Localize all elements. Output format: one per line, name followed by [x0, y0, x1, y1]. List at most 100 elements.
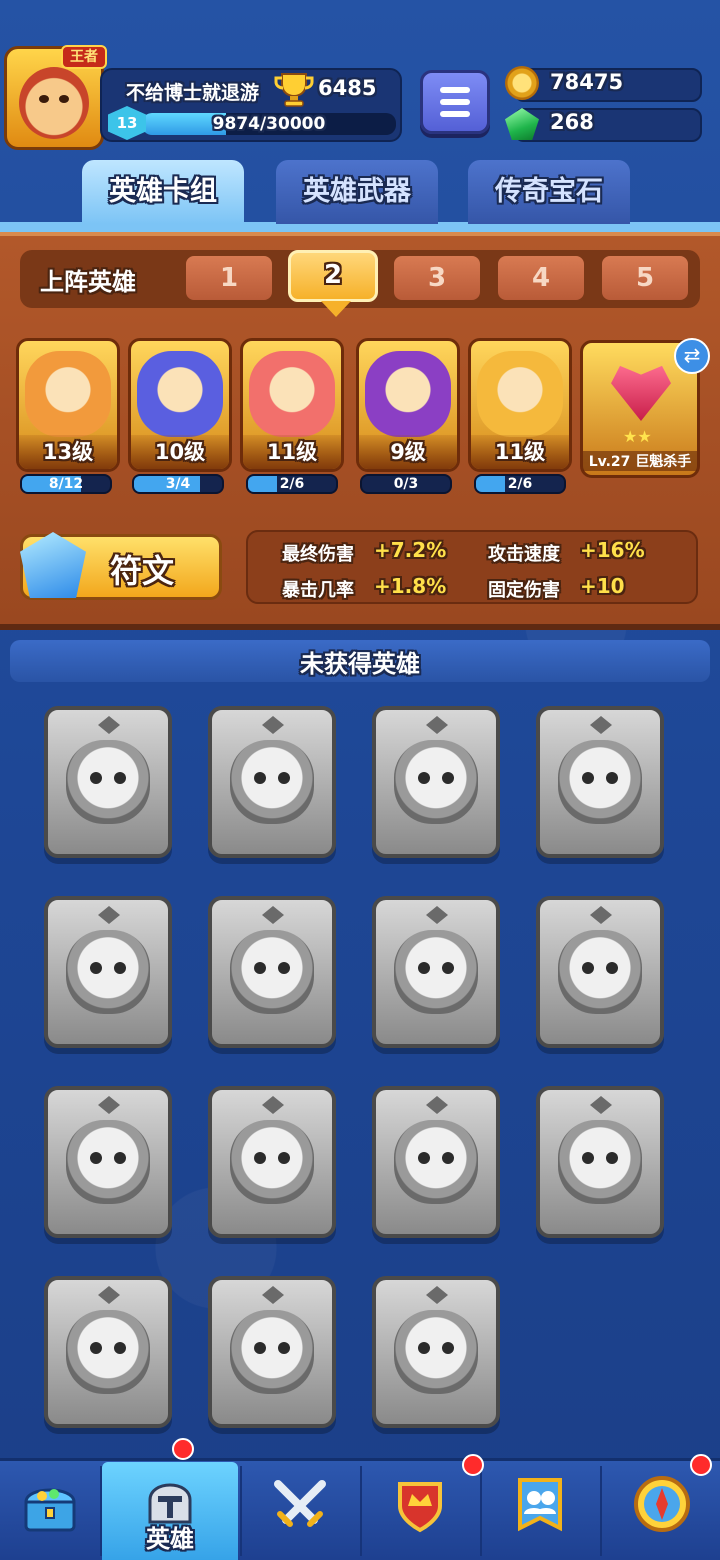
locked-hero-card[interactable]	[372, 1276, 500, 1428]
progress-text: 8/12	[48, 476, 84, 492]
locked-hero-card[interactable]	[44, 1086, 172, 1238]
card-gem-ornament	[426, 716, 448, 734]
nav-heroes[interactable]: 英雄	[102, 1462, 238, 1560]
nav-shop[interactable]	[0, 1462, 100, 1560]
locked-hero-card[interactable]	[44, 1276, 172, 1428]
rune-label: 符文	[110, 552, 175, 590]
progress-text: 2/6	[507, 476, 533, 492]
locked-hero-portrait	[230, 1120, 314, 1204]
card-gem-ornament	[426, 1096, 448, 1114]
locked-heroes-title: 未获得英雄	[300, 650, 420, 678]
hero-level: 11级	[243, 435, 341, 469]
xp-text: 9874/30000	[212, 114, 326, 134]
locked-hero-card[interactable]	[372, 706, 500, 858]
progress-text: 2/6	[279, 476, 305, 492]
locked-hero-card[interactable]	[372, 896, 500, 1048]
card-gem-ornament	[590, 1096, 612, 1114]
deck-hero-card[interactable]: 9级	[356, 338, 460, 472]
stat-value: +16%	[580, 538, 645, 562]
tab-hero-deck[interactable]: 英雄卡组	[82, 160, 244, 224]
locked-hero-portrait	[66, 930, 150, 1014]
deck-slot-3[interactable]: 3	[392, 254, 482, 302]
deck-hero-card[interactable]: 10级	[128, 338, 232, 472]
hero-portrait	[365, 351, 451, 437]
tab-hero-weapons[interactable]: 英雄武器	[276, 160, 438, 224]
trophy-count: 6485	[318, 76, 377, 100]
deck-slot-1[interactable]: 1	[184, 254, 274, 302]
progress-text: 0/3	[393, 476, 419, 492]
card-gem-ornament	[426, 1286, 448, 1304]
hero-portrait	[249, 351, 335, 437]
hero-card-progress: 2/6	[246, 474, 338, 494]
locked-hero-portrait	[394, 930, 478, 1014]
locked-hero-portrait	[558, 1120, 642, 1204]
locked-hero-card[interactable]	[208, 1086, 336, 1238]
stat-label: 最终伤害	[282, 544, 354, 565]
deck-slot-5[interactable]: 5	[600, 254, 690, 302]
menu-icon-line	[440, 99, 470, 105]
deck-slot-4[interactable]: 4	[496, 254, 586, 302]
nav-social[interactable]	[482, 1462, 598, 1560]
locked-hero-portrait	[558, 740, 642, 824]
nav-guild[interactable]	[362, 1462, 478, 1560]
player-name: 不给博士就退游	[126, 82, 260, 104]
card-gem-ornament	[98, 1286, 120, 1304]
hero-portrait	[137, 351, 223, 437]
hero-portrait	[25, 351, 111, 437]
locked-hero-card[interactable]	[208, 1276, 336, 1428]
locked-hero-portrait	[394, 1310, 478, 1394]
menu-icon-line	[440, 111, 470, 117]
card-gem-ornament	[262, 906, 284, 924]
locked-hero-card[interactable]	[536, 706, 664, 858]
nav-battle[interactable]	[242, 1462, 358, 1560]
locked-hero-card[interactable]	[372, 1086, 500, 1238]
menu-icon-line	[440, 87, 470, 93]
deck-hero-card[interactable]: 11级	[240, 338, 344, 472]
nav-explore[interactable]	[602, 1462, 720, 1560]
hero-card-progress: 3/4	[132, 474, 224, 494]
card-gem-ornament	[590, 906, 612, 924]
gem-amount: 268	[550, 110, 594, 134]
hero-level: 9级	[359, 435, 457, 469]
explore-notification-dot	[690, 1454, 712, 1476]
deck-hero-card[interactable]: 11级	[468, 338, 572, 472]
menu-button[interactable]	[420, 70, 490, 134]
locked-hero-portrait	[230, 1310, 314, 1394]
locked-hero-portrait	[230, 930, 314, 1014]
hero-card-progress: 0/3	[360, 474, 452, 494]
locked-hero-portrait	[558, 930, 642, 1014]
card-gem-ornament	[262, 716, 284, 734]
locked-hero-card[interactable]	[536, 896, 664, 1048]
locked-hero-card[interactable]	[208, 896, 336, 1048]
gem-panel[interactable]	[514, 108, 702, 142]
card-gem-ornament	[98, 716, 120, 734]
hero-portrait	[477, 351, 563, 437]
gold-coin-icon	[505, 66, 539, 100]
swap-icon[interactable]: ⇄	[674, 338, 710, 374]
hero-level: 11级	[471, 435, 569, 469]
hero-level: 10级	[131, 435, 229, 469]
hero-card-progress: 8/12	[20, 474, 112, 494]
guild-notification-dot	[462, 1454, 484, 1476]
locked-hero-card[interactable]	[44, 896, 172, 1048]
card-gem-ornament	[426, 906, 448, 924]
locked-hero-card[interactable]	[44, 706, 172, 858]
player-avatar[interactable]: 王者	[4, 45, 107, 150]
crossed-swords-icon	[274, 1480, 326, 1527]
locked-hero-portrait	[230, 740, 314, 824]
locked-hero-card[interactable]	[536, 1086, 664, 1238]
locked-hero-portrait	[394, 1120, 478, 1204]
card-gem-ornament	[590, 716, 612, 734]
locked-hero-portrait	[66, 1310, 150, 1394]
deck-hero-card[interactable]: 13级	[16, 338, 120, 472]
crown-shield-icon	[398, 1482, 442, 1533]
nav-heroes-label: 英雄	[146, 1525, 194, 1553]
progress-text: 3/4	[165, 476, 191, 492]
card-gem-ornament	[98, 906, 120, 924]
locked-hero-card[interactable]	[208, 706, 336, 858]
friends-banner-icon	[518, 1478, 562, 1532]
relic-label: Lv.27 巨魁杀手	[583, 451, 697, 471]
gold-amount: 78475	[550, 70, 624, 94]
deck-slot-2[interactable]: 2	[288, 250, 378, 317]
tab-legendary-gems[interactable]: 传奇宝石	[468, 160, 630, 224]
